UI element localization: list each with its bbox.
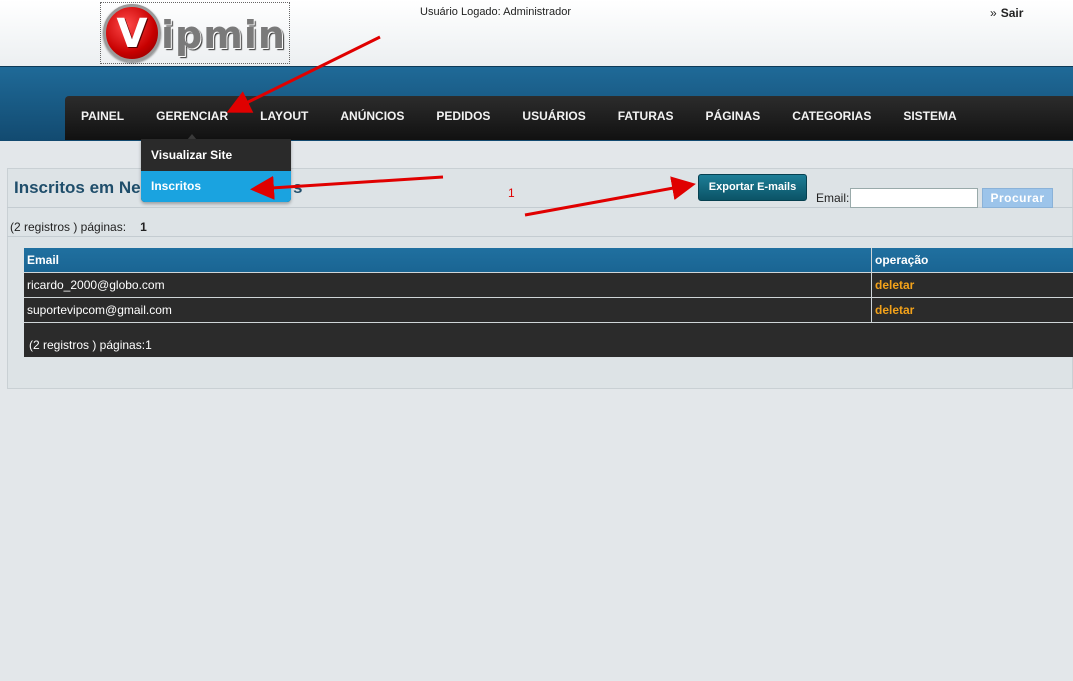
nav-item-sistema[interactable]: SISTEMA	[887, 96, 972, 140]
search-email-input[interactable]	[850, 188, 978, 208]
delete-link[interactable]: deletar	[875, 278, 914, 292]
dropdown-item-inscritos[interactable]: Inscritos	[141, 171, 291, 202]
logged-user-label: Usuário Logado: Administrador	[420, 6, 572, 18]
subscribers-table: Email operação ricardo_2000@globo.com de…	[24, 248, 1073, 357]
nav-item-paginas[interactable]: PÁGINAS	[690, 96, 777, 140]
nav-item-gerenciar[interactable]: GERENCIAR	[140, 96, 244, 140]
vipmin-logo[interactable]: V ipmin	[100, 2, 290, 64]
page-title-suffix: s	[293, 178, 303, 197]
table-row: ricardo_2000@globo.com deletar	[24, 272, 1073, 297]
header: V ipmin Usuário Logado: Administrador » S…	[0, 0, 1073, 66]
logout-link[interactable]: » Sair	[990, 6, 1023, 20]
pager-bottom-page-1[interactable]: 1	[145, 338, 152, 352]
nav-item-painel[interactable]: PAINEL	[65, 96, 140, 140]
header-email: Email	[24, 248, 872, 272]
nav-item-usuarios[interactable]: USUÁRIOS	[506, 96, 601, 140]
main-nav: PAINEL GERENCIAR LAYOUT ANÚNCIOS PEDIDOS…	[65, 96, 1073, 140]
pager-divider	[7, 236, 1073, 237]
gerenciar-dropdown: Visualizar Site Inscritos	[141, 139, 291, 202]
delete-link[interactable]: deletar	[875, 303, 914, 317]
search-email-label: Email:	[816, 191, 850, 205]
logout-chevron-icon: »	[990, 6, 997, 20]
row-email: suportevipcom@gmail.com	[24, 298, 872, 322]
annotation-number: 1	[508, 186, 515, 200]
pager-bottom-text: (2 registros ) páginas:	[29, 338, 146, 352]
logo-text: ipmin	[161, 13, 286, 57]
page-title: Inscritos em Ne	[14, 178, 141, 197]
table-header: Email operação	[24, 248, 1073, 272]
logo-letter: V	[116, 11, 148, 57]
pager-top: (2 registros ) páginas: 1	[10, 220, 147, 234]
header-operation: operação	[875, 253, 929, 267]
logout-label: Sair	[1000, 6, 1024, 20]
nav-item-anuncios[interactable]: ANÚNCIOS	[324, 96, 420, 140]
nav-item-pedidos[interactable]: PEDIDOS	[420, 96, 506, 140]
nav-item-faturas[interactable]: FATURAS	[602, 96, 690, 140]
export-emails-button[interactable]: Exportar E-mails	[698, 174, 807, 201]
dropdown-item-visualizar-site[interactable]: Visualizar Site	[141, 139, 291, 171]
table-row: suportevipcom@gmail.com deletar	[24, 297, 1073, 322]
logo-v-badge-icon: V	[103, 4, 161, 62]
pager-page-1[interactable]: 1	[140, 220, 147, 234]
pager-text: (2 registros ) páginas:	[10, 220, 127, 234]
table-footer: (2 registros ) páginas:1	[24, 322, 1073, 357]
search-button[interactable]: Procurar	[982, 188, 1053, 208]
row-email: ricardo_2000@globo.com	[24, 273, 872, 297]
nav-item-categorias[interactable]: CATEGORIAS	[776, 96, 887, 140]
nav-item-layout[interactable]: LAYOUT	[244, 96, 324, 140]
